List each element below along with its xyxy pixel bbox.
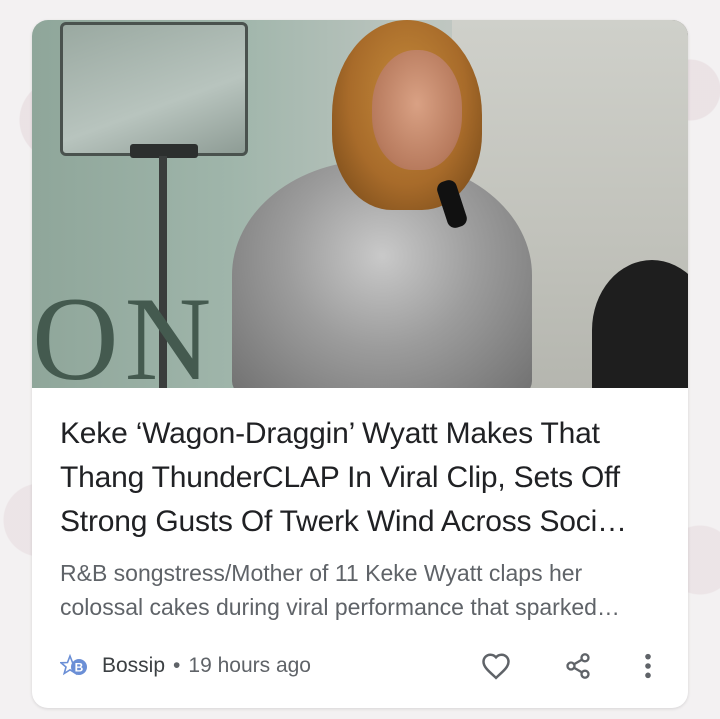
article-snippet[interactable]: R&B songstress/Mother of 11 Keke Wyatt c… xyxy=(60,556,660,624)
image-teleprompter xyxy=(60,22,248,156)
article-image[interactable]: ON xyxy=(32,20,688,388)
more-vertical-icon xyxy=(645,653,651,679)
publish-time: 19 hours ago xyxy=(188,654,311,677)
svg-text:B: B xyxy=(75,661,84,675)
article-title[interactable]: Keke ‘Wagon-Draggin’ Wyatt Makes That Th… xyxy=(60,412,660,544)
share-icon xyxy=(566,653,590,679)
share-button[interactable] xyxy=(556,644,600,688)
source-separator: • xyxy=(173,654,181,677)
image-performer-face xyxy=(372,50,462,170)
article-content: Keke ‘Wagon-Draggin’ Wyatt Makes That Th… xyxy=(60,388,660,624)
news-card[interactable]: ON Keke ‘Wagon-Draggin’ Wyatt Makes That… xyxy=(32,20,688,708)
heart-icon xyxy=(482,653,510,680)
more-options-button[interactable] xyxy=(626,644,670,688)
article-footer: B Bossip • 19 hours ago xyxy=(60,646,670,686)
bossip-logo-icon: B xyxy=(60,654,90,678)
source-name[interactable]: Bossip xyxy=(102,654,165,678)
like-button[interactable] xyxy=(474,644,518,688)
image-backdrop-letters: ON xyxy=(32,272,218,388)
